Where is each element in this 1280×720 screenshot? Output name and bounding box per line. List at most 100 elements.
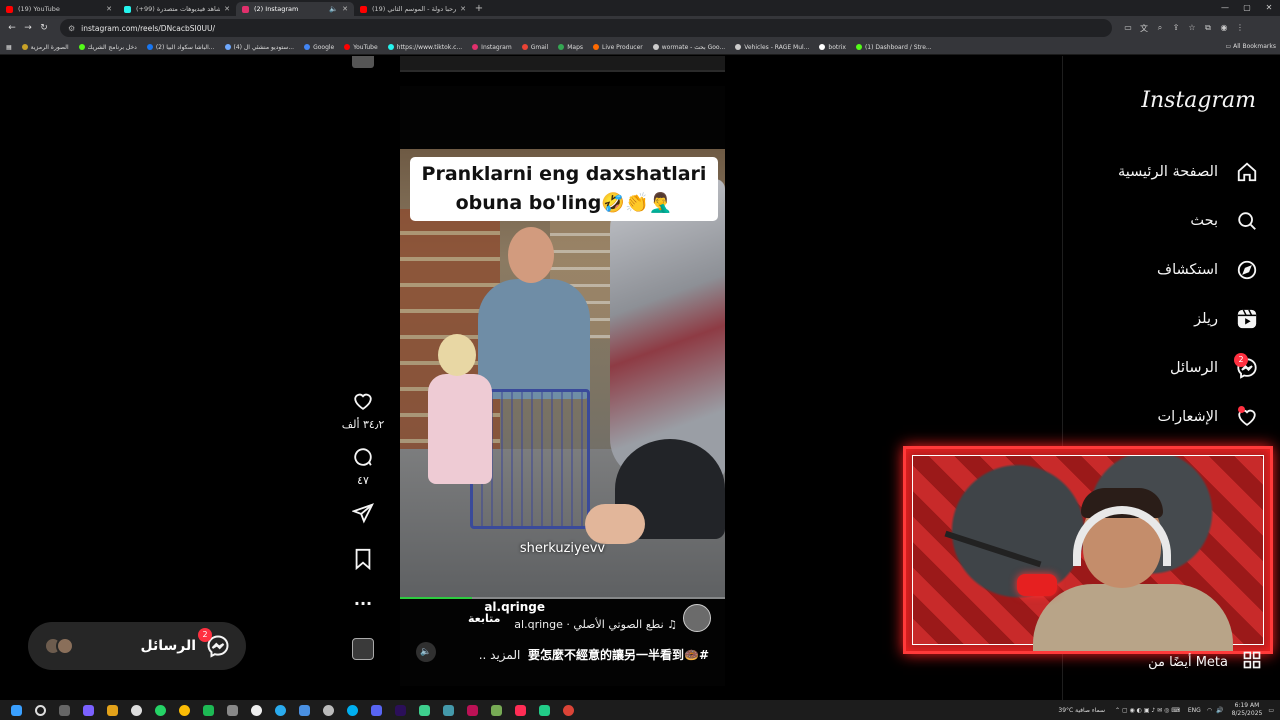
reel-description[interactable]: #🍩要怎麼不經意的讓另一半看到 المزيد .. [479, 646, 709, 663]
app-icon[interactable] [196, 702, 220, 718]
close-tab-icon[interactable]: ✕ [106, 5, 112, 13]
menu-icon[interactable]: ⋮ [1232, 23, 1248, 34]
site-info-icon[interactable]: ⚙ [68, 24, 75, 33]
bookmark-item[interactable]: Maps [558, 44, 583, 51]
minimize-icon[interactable]: — [1214, 0, 1236, 16]
app-icon[interactable] [532, 702, 556, 718]
apps-icon[interactable]: ▦ [6, 44, 12, 51]
profile-icon[interactable]: ◉ [1216, 23, 1232, 34]
tab-tiktok[interactable]: شاهد فيديوهات متصدرة (99+) ✕ [118, 2, 236, 16]
share-icon[interactable]: ⇪ [1168, 23, 1184, 34]
weather-widget[interactable]: 39°C سماء صافية [1058, 707, 1105, 714]
bookmark-item[interactable]: Google [304, 44, 334, 51]
app-icon[interactable] [484, 702, 508, 718]
bookmark-item[interactable]: https://www.tiktok.c... [387, 44, 462, 51]
new-tab-button[interactable]: + [472, 2, 486, 16]
search-icon[interactable] [28, 702, 52, 718]
sidebar-item-notifications[interactable]: الإشعارات [1157, 402, 1262, 432]
premiere-icon[interactable] [388, 702, 412, 718]
more-options-icon[interactable]: ··· [338, 594, 388, 613]
bookmark-item[interactable]: (2) الباشا سكواد البيا... [146, 44, 215, 51]
sidebar-item-reels[interactable]: ريلز [1194, 304, 1262, 334]
app-icon[interactable] [316, 702, 340, 718]
sidebar-item-explore[interactable]: استكشاف [1157, 255, 1262, 285]
bookmark-item[interactable]: (1) Dashboard / Stre... [855, 44, 932, 51]
chrome-icon[interactable] [172, 702, 196, 718]
tiktok-icon[interactable] [508, 702, 532, 718]
all-bookmarks-button[interactable]: ▭ All Bookmarks [1226, 43, 1276, 50]
forward-arrow-icon[interactable]: → [20, 23, 36, 33]
chrome-icon[interactable] [556, 702, 580, 718]
back-arrow-icon[interactable]: ← [4, 23, 20, 33]
tab-youtube-2[interactable]: (19) مرحبا دولة - الموسم الثاني ✕ [354, 2, 472, 16]
address-bar[interactable]: ⚙ instagram.com/reels/DNcacbSI0UU/ [60, 19, 1112, 37]
app-icon[interactable] [436, 702, 460, 718]
bookmark-item[interactable]: Vehicles - RAGE Mul... [735, 44, 809, 51]
notifications-icon[interactable]: ▭ [1268, 707, 1274, 714]
reload-icon[interactable]: ↻ [36, 23, 52, 33]
previous-reel-preview[interactable] [400, 56, 725, 72]
like-button[interactable]: ٣٤٫٢ ألف [338, 390, 388, 431]
wifi-icon[interactable]: ◠ [1207, 707, 1212, 714]
skype-icon[interactable] [340, 702, 364, 718]
clock[interactable]: 6:19 AM 8/25/2025 [1232, 702, 1263, 718]
copilot-icon[interactable] [76, 702, 100, 718]
close-tab-icon[interactable]: ✕ [342, 5, 348, 13]
app-icon[interactable] [220, 702, 244, 718]
sidebar-item-home[interactable]: الصفحة الرئيسية [1118, 157, 1262, 187]
comment-button[interactable]: ٤٧ [338, 446, 388, 487]
volume-icon[interactable]: 🔊 [1216, 707, 1223, 714]
file-explorer-icon[interactable] [100, 702, 124, 718]
author-avatar[interactable] [683, 604, 711, 632]
task-view-icon[interactable] [52, 702, 76, 718]
extensions-icon[interactable]: ⧉ [1200, 23, 1216, 34]
messages-bar[interactable]: الرسائل 2 [28, 622, 246, 670]
whatsapp-icon[interactable] [148, 702, 172, 718]
sidebar-item-messages[interactable]: 2 الرسائل [1170, 353, 1262, 383]
tray-icons[interactable]: ⌃ ▢ ◉ ◐ ▣ ♪ ✉ ◎ ⌨ [1115, 707, 1180, 714]
reel-video[interactable]: Pranklarni eng daxshatlari obuna bo'ling… [400, 149, 725, 599]
maximize-icon[interactable]: ▢ [1236, 0, 1258, 16]
mute-toggle-icon[interactable]: 🔈 [416, 642, 436, 662]
app-icon[interactable] [412, 702, 436, 718]
audio-label[interactable]: ♫ نطع الصوتي الأصلي · al.qringe [514, 618, 677, 631]
share-button[interactable] [338, 502, 388, 528]
telegram-icon[interactable] [268, 702, 292, 718]
app-icon[interactable] [460, 702, 484, 718]
audio-thumbnail[interactable] [352, 638, 374, 660]
app-icon[interactable] [364, 702, 388, 718]
bookmark-item[interactable]: دخل برنامج الشريك [78, 44, 137, 51]
obs-icon[interactable] [124, 702, 148, 718]
instagram-logo[interactable]: Instagram [1141, 88, 1256, 113]
bookmark-item[interactable]: Instagram [472, 44, 512, 51]
follow-button[interactable]: متابعة [468, 612, 500, 625]
tab-youtube[interactable]: (19) YouTube ✕ [0, 2, 118, 16]
mute-tab-icon[interactable]: 🔈 [329, 5, 338, 13]
reel-info: al.qringe متابعة ♫ نطع الصوتي الأصلي · a… [400, 598, 725, 686]
bookmark-item[interactable]: Live Producer [593, 44, 643, 51]
more-from-meta[interactable]: أيضًا من Meta [1148, 650, 1262, 674]
bookmark-item[interactable]: (4) ستوديو منشئي ال... [224, 44, 294, 51]
close-tab-icon[interactable]: ✕ [460, 5, 466, 13]
start-icon[interactable] [4, 702, 28, 718]
close-tab-icon[interactable]: ✕ [224, 5, 230, 13]
bookmark-item[interactable]: botrix [819, 44, 846, 51]
reel-player[interactable]: Pranklarni eng daxshatlari obuna bo'ling… [400, 86, 725, 686]
bookmark-star-icon[interactable]: ☆ [1184, 23, 1200, 34]
bookmark-item[interactable]: الصورة الرمزية [21, 44, 69, 51]
zoom-icon[interactable]: ⌕ [1152, 23, 1168, 34]
bookmark-item[interactable]: YouTube [344, 44, 378, 51]
translate-icon[interactable]: 文 [1136, 23, 1152, 34]
more-link[interactable]: المزيد .. [479, 648, 521, 662]
save-button[interactable] [338, 548, 388, 574]
tab-instagram[interactable]: (2) Instagram 🔈 ✕ [236, 2, 354, 16]
video-scene-costume [610, 179, 725, 479]
cast-icon[interactable]: ▭ [1120, 23, 1136, 34]
app-icon[interactable] [292, 702, 316, 718]
bookmark-item[interactable]: wormate - بحث Goo... [652, 44, 725, 51]
app-icon[interactable] [244, 702, 268, 718]
sidebar-item-search[interactable]: بحث [1190, 206, 1262, 236]
close-window-icon[interactable]: ✕ [1258, 0, 1280, 16]
language-indicator[interactable]: ENG [1188, 707, 1201, 714]
bookmark-item[interactable]: Gmail [521, 44, 548, 51]
